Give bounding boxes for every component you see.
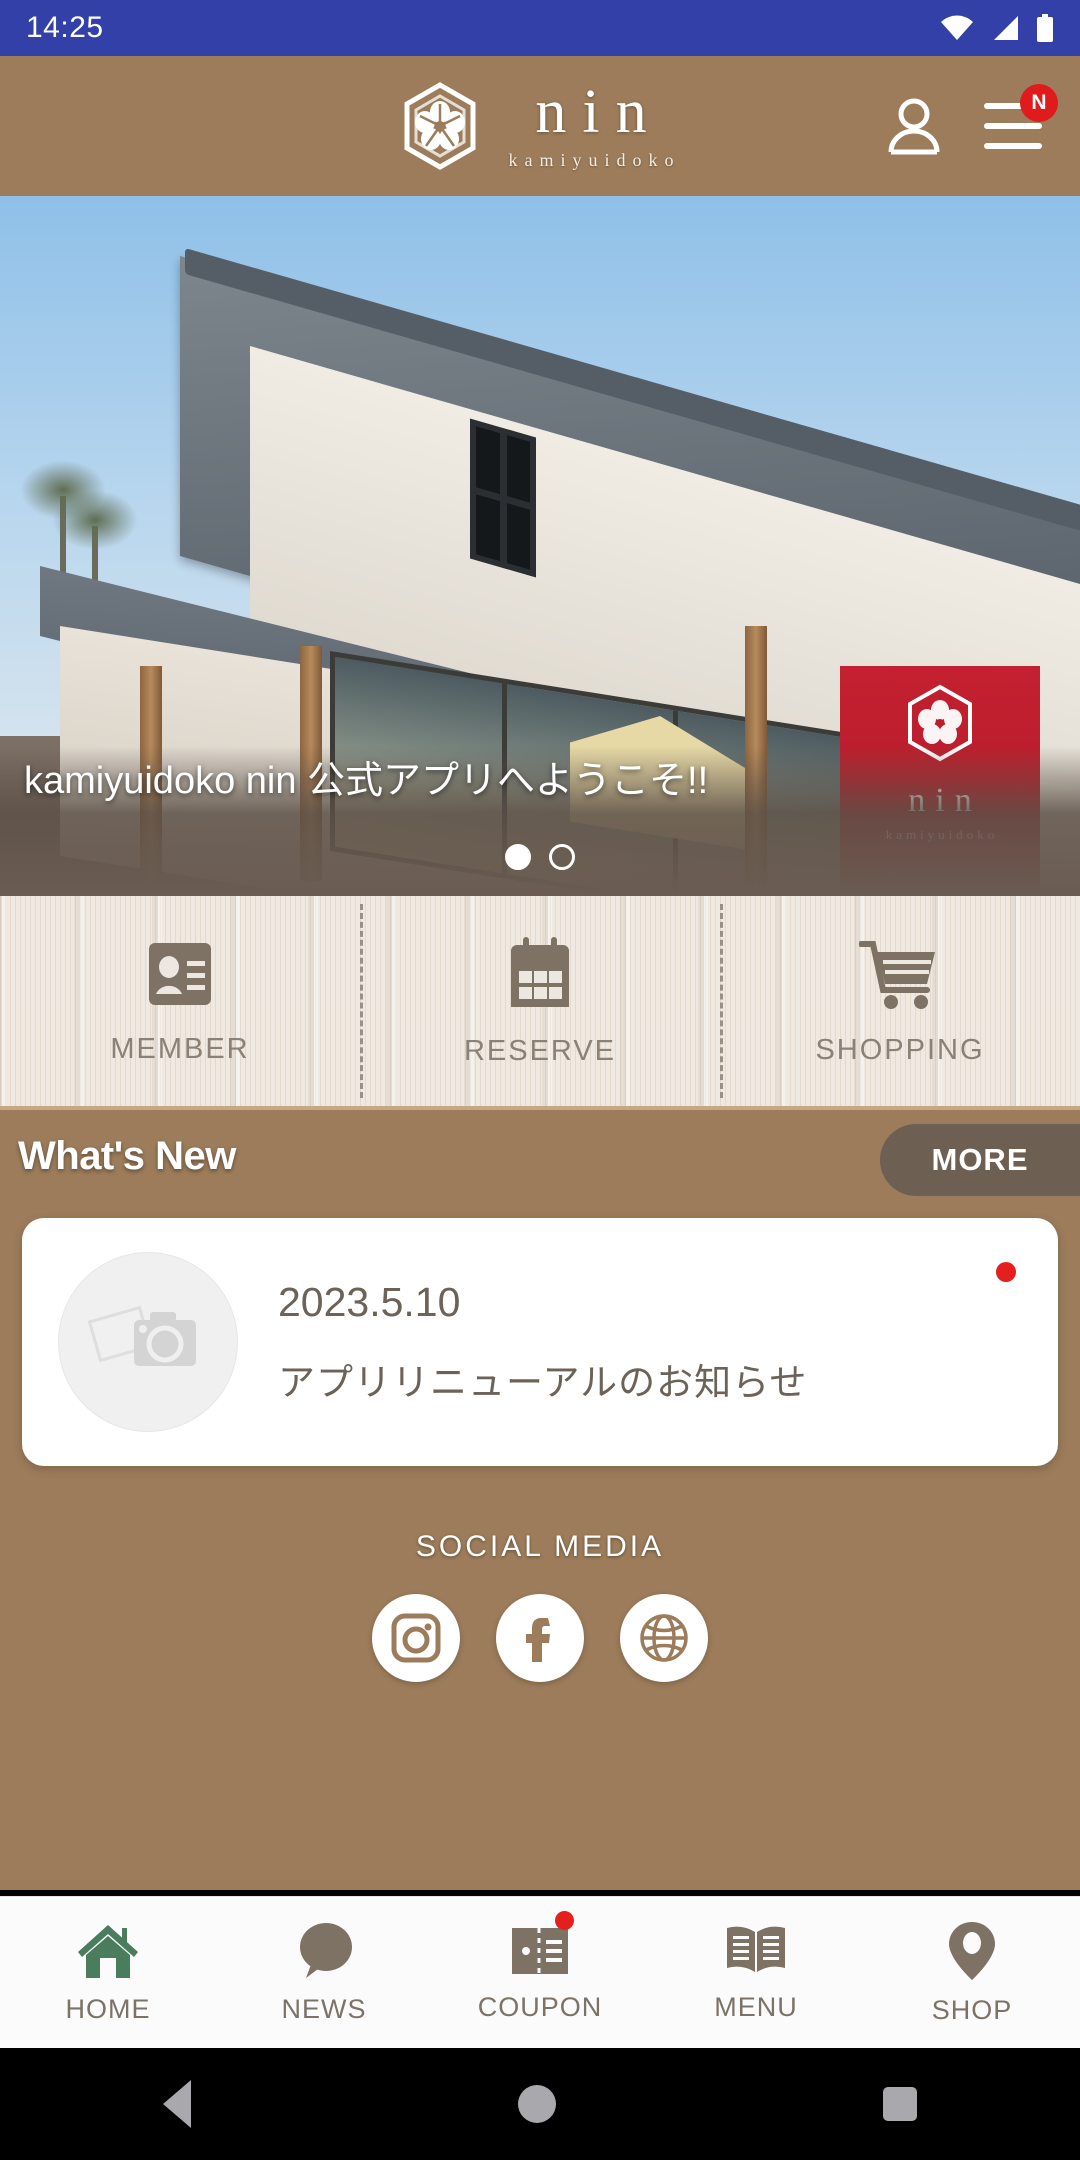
person-icon xyxy=(888,98,940,155)
menu-button[interactable]: N xyxy=(982,84,1058,158)
nav-item-menu[interactable]: MENU xyxy=(648,1897,864,2048)
nav-label: HOME xyxy=(65,1994,151,2024)
nav-item-home[interactable]: HOME xyxy=(0,1897,216,2048)
home-circle-icon[interactable] xyxy=(517,2085,556,2123)
facebook-button[interactable] xyxy=(496,1594,584,1682)
carousel-dot-2[interactable] xyxy=(549,844,575,870)
website-button[interactable] xyxy=(620,1594,708,1682)
wifi-icon xyxy=(941,15,973,40)
calendar-icon xyxy=(511,936,569,1007)
house-icon xyxy=(78,1925,138,1978)
status-icons xyxy=(940,14,1054,42)
quick-action-label: RESERVE xyxy=(463,1034,617,1067)
nav-label: SHOP xyxy=(931,1995,1013,2025)
photo-camera-placeholder-icon xyxy=(88,1305,196,1366)
news-item-date: 2023.5.10 xyxy=(278,1278,461,1325)
quick-action-shopping[interactable]: SHOPPING xyxy=(720,896,1080,1106)
quick-action-reserve[interactable]: RESERVE xyxy=(360,896,720,1106)
news-thumbnail xyxy=(58,1252,238,1432)
hexagon-flower-crest-icon xyxy=(404,82,475,170)
brand-subtitle: kamiyuidoko xyxy=(508,150,681,170)
news-item-text: 2023.5.10 アプリリニューアルのお知らせ xyxy=(278,1279,807,1406)
instagram-button[interactable] xyxy=(372,1594,460,1682)
nav-item-news[interactable]: NEWS xyxy=(216,1897,432,2048)
quick-actions-row: MEMBER RESERVE SHOPPING xyxy=(0,896,1080,1110)
bottom-navigation: HOME NEWS COUPON MENU SHOP xyxy=(0,1896,1080,2048)
hero-carousel[interactable]: nin kamiyuidoko kamiyuidoko nin 公式アプリへよう… xyxy=(0,196,1080,896)
brand-text: nin kamiyuidoko xyxy=(502,81,681,171)
whats-new-more-button[interactable]: MORE xyxy=(880,1124,1080,1196)
menu-notification-badge: N xyxy=(1020,84,1058,122)
facebook-icon xyxy=(526,1618,550,1662)
open-book-icon xyxy=(727,1926,785,1972)
app-screen: 14:25 nin kamiyuidoko N kamiyuidoko nin … xyxy=(0,0,1080,2160)
header-actions: N xyxy=(882,84,1080,158)
shopping-cart-icon xyxy=(859,940,935,1009)
nav-item-coupon[interactable]: COUPON xyxy=(432,1897,648,2048)
instagram-icon xyxy=(391,1613,441,1663)
coupon-notification-badge xyxy=(555,1911,575,1930)
quick-action-label: MEMBER xyxy=(110,1032,250,1065)
social-media-title: SOCIAL MEDIA xyxy=(415,1530,665,1563)
nav-label: NEWS xyxy=(281,1994,367,2024)
whats-new-header: What's New MORE xyxy=(0,1110,1080,1215)
ticket-icon xyxy=(512,1928,568,1974)
whats-new-section: What's New MORE 2023.5.10 アプリリニューアルのお知らせ… xyxy=(0,1110,1080,1890)
carousel-dots[interactable] xyxy=(0,844,1080,870)
nav-label: COUPON xyxy=(477,1992,603,2022)
nav-label: MENU xyxy=(714,1992,798,2022)
quick-action-label: SHOPPING xyxy=(815,1033,985,1066)
speech-bubble-icon xyxy=(300,1923,352,1978)
news-item-headline: アプリリニューアルのお知らせ xyxy=(278,1361,808,1403)
quick-action-member[interactable]: MEMBER xyxy=(0,896,360,1106)
social-media-links xyxy=(372,1594,708,1682)
status-time: 14:25 xyxy=(26,11,104,44)
battery-icon xyxy=(1037,14,1053,42)
id-card-icon xyxy=(149,942,211,1005)
nav-item-shop[interactable]: SHOP xyxy=(864,1897,1080,2048)
account-button[interactable] xyxy=(882,94,946,158)
carousel-dot-1[interactable] xyxy=(505,844,531,870)
hero-caption: kamiyuidoko nin 公式アプリへようこそ!! xyxy=(24,760,709,802)
back-triangle-icon[interactable] xyxy=(163,2080,192,2128)
website-globe-icon xyxy=(640,1614,688,1662)
news-unread-dot xyxy=(996,1262,1016,1282)
app-header: nin kamiyuidoko N xyxy=(0,56,1080,196)
news-list-item[interactable]: 2023.5.10 アプリリニューアルのお知らせ xyxy=(22,1218,1058,1466)
whats-new-title: What's New xyxy=(18,1134,236,1178)
cellular-signal-icon xyxy=(994,16,1018,40)
status-bar: 14:25 xyxy=(0,0,1080,56)
social-media-section: SOCIAL MEDIA xyxy=(0,1530,1080,1682)
gable-window xyxy=(470,418,536,578)
location-pin-icon xyxy=(949,1922,995,1980)
brand-name: nin xyxy=(535,78,663,146)
recents-square-icon[interactable] xyxy=(882,2087,917,2121)
system-navigation-bar xyxy=(0,2048,1080,2160)
